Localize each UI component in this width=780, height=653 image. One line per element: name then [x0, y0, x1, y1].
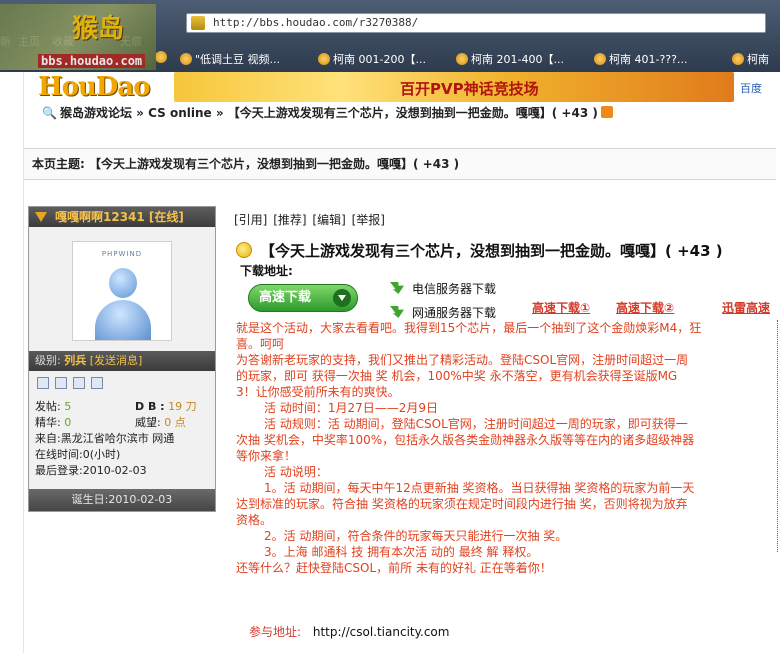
doc-icon[interactable]: [55, 377, 67, 389]
author-name[interactable]: 嘎嘎啊啊12341 [在线]: [55, 210, 184, 224]
download-arrow-icon: [333, 289, 351, 307]
rss-icon[interactable]: [600, 106, 613, 118]
recommend-button[interactable]: [推荐]: [273, 213, 306, 227]
body-line: 2。活 动期间，符合条件的玩家每天只能进行一次抽 奖。: [264, 529, 568, 543]
quote-button[interactable]: [引用]: [234, 213, 267, 227]
edit-button[interactable]: [编辑]: [312, 213, 345, 227]
url-text[interactable]: http://bbs.houdao.com/r3270388/: [213, 16, 418, 29]
participate-url[interactable]: http://csol.tiancity.com: [313, 625, 450, 639]
author-online-time: 在线时间:0(小时): [35, 448, 121, 461]
breadcrumb-thread[interactable]: 【今天上游戏发现有三个芯片，没想到抽到一把金勋。嘎嘎】( +43 ): [228, 106, 598, 120]
ad-corner-label: 百度: [740, 82, 762, 95]
post-title: 【今天上游戏发现有三个芯片，没想到抽到一把金勋。嘎嘎】( +43 ): [236, 240, 780, 262]
author-last-login: 最后登录:2010-02-03: [35, 464, 147, 477]
download-label: 下载地址:: [240, 264, 293, 278]
avatar-body-icon: [95, 300, 151, 340]
post-actions: [引用] [推荐] [编辑] [举报]: [234, 211, 387, 228]
body-line: 1。活 动期间，每天中午12点更新抽 奖资格。当日获得抽 奖资格的玩家为前一天: [264, 481, 695, 495]
bookmark-item[interactable]: 柯南 401-???...: [594, 51, 687, 69]
watermark-name: 猴岛: [72, 14, 125, 44]
bookmark-item[interactable]: 柯南 001-200【...: [318, 51, 426, 69]
watermark-url: bbs.houdao.com: [38, 54, 146, 68]
site-banner: HouDao 百开PVP神话竞技场 百度: [24, 72, 780, 102]
body-line: 3！让你感受前所未有的爽快。: [236, 385, 400, 399]
send-message-link[interactable]: [发送消息]: [90, 354, 143, 367]
author-header: 嘎嘎啊啊12341 [在线]: [29, 207, 215, 227]
prestige-count: 0 点: [164, 416, 186, 429]
bookmark-item[interactable]: "低调土豆 视频...: [180, 51, 280, 69]
ad-text: 百开PVP神话竞技场: [400, 80, 539, 98]
smiley-icon: [236, 242, 252, 258]
favicon-icon: [180, 53, 192, 65]
thunder-download-link[interactable]: 迅雷高速: [722, 299, 770, 316]
address-bar[interactable]: http://bbs.houdao.com/r3270388/: [186, 13, 766, 33]
telecom-download-link[interactable]: 电信服务器下载: [390, 280, 496, 297]
site-logo[interactable]: HouDao: [38, 72, 151, 102]
favicon-icon: [318, 53, 330, 65]
report-button[interactable]: [举报]: [352, 213, 385, 227]
body-line: 资格。: [236, 513, 273, 527]
avatar[interactable]: PHPWIND: [72, 241, 172, 341]
author-action-icons: [37, 377, 109, 391]
dropdown-triangle-icon[interactable]: [35, 212, 47, 222]
body-line: 为答谢新老玩家的支持，我们又推出了精彩活动。登陆CSOL官网，注册时间超过一周: [236, 353, 689, 367]
author-from: 来自:黑龙江省哈尔滨市 网通: [35, 432, 175, 445]
fast-download-link-2[interactable]: 高速下载②: [616, 299, 674, 316]
favicon-icon: [155, 51, 167, 63]
ad-banner[interactable]: 百开PVP神话竞技场: [174, 72, 734, 102]
body-line: 活 动规则：活 动期间，登陆CSOL官网，注册时间超过一周的玩家，即可获得一: [264, 417, 688, 431]
magnifier-icon: 🔍: [42, 106, 57, 120]
breadcrumb: 🔍 猴岛游戏论坛 » CS online » 【今天上游戏发现有三个芯片，没想到抽…: [24, 104, 780, 124]
author-stats: 发帖: 5 D B : 19 刀 精华: 0 威望: 0 点 来自:黑龙江省哈尔…: [35, 399, 213, 479]
watermark-logo: 猴岛 bbs.houdao.com: [0, 4, 156, 70]
browser-chrome: 新 主页 收藏 无痕 http://bbs.houdao.com/r327038…: [0, 0, 780, 72]
profile-icon[interactable]: [37, 377, 49, 389]
fast-download-button[interactable]: 高速下载: [248, 284, 358, 312]
essence-count: 0: [64, 416, 72, 429]
body-line: 3。上海 邮通科 技 拥有本次活 动的 最终 解 释权。: [264, 545, 539, 559]
favicon-icon: [732, 53, 744, 65]
body-line: 活 动说明：: [264, 465, 328, 479]
bookmark-item[interactable]: [155, 51, 170, 69]
breadcrumb-forum[interactable]: 猴岛游戏论坛: [60, 106, 132, 120]
participate-label: 参与地址:: [249, 625, 302, 639]
avatar-head-icon: [109, 268, 137, 298]
favicon-icon: [456, 53, 468, 65]
favicon-icon: [594, 53, 606, 65]
body-line: 的玩家，即可 获得一次抽 奖 机会，100%中奖 永不落空，更有机会获得圣诞版M…: [236, 369, 678, 383]
fast-download-link-1[interactable]: 高速下载①: [532, 299, 590, 316]
post-body: 就是这个活动，大家去看看吧。我得到15个芯片，最后一个抽到了这个金勋焕彩M4，狂…: [236, 320, 780, 576]
content-divider: [777, 320, 778, 552]
bookmark-item[interactable]: 柯南: [732, 51, 769, 69]
left-strip: [0, 72, 24, 653]
download-icon: [390, 306, 404, 318]
body-line: 就是这个活动，大家去看看吧。我得到15个芯片，最后一个抽到了这个金勋焕彩M4，狂: [236, 321, 702, 335]
avatar-brand: PHPWIND: [101, 250, 143, 258]
body-line: 达到标准的玩家。符合抽 奖资格的玩家须在规定时间段内进行抽 奖，否则将视为放弃: [236, 497, 688, 511]
body-line: 活 动时间：1月27日——2月9日: [264, 401, 438, 415]
author-panel: 嘎嘎啊啊12341 [在线] PHPWIND 级别: 列兵 [发送消息] 发帖:…: [28, 206, 216, 512]
db-count: 19 刀: [168, 400, 197, 413]
netcom-download-link[interactable]: 网通服务器下载: [390, 304, 496, 321]
topic-bar: 本页主题: 【今天上游戏发现有三个芯片，没想到抽到一把金勋。嘎嘎】( +43 ): [24, 148, 776, 180]
page-favicon-icon: [191, 16, 205, 30]
body-line: 还等什么？赶快登陆CSOL，前所 未有的好礼 正在等着你！: [236, 561, 552, 575]
topic-label: 本页主题:: [32, 157, 85, 171]
level-label: 级别:: [35, 354, 61, 367]
bookmark-item[interactable]: 柯南 201-400【...: [456, 51, 564, 69]
download-icon: [390, 282, 404, 294]
mail-icon[interactable]: [91, 377, 103, 389]
participate-address: 参与地址: http://csol.tiancity.com: [249, 623, 449, 640]
level-bar: 级别: 列兵 [发送消息]: [29, 351, 215, 371]
posts-count: 5: [64, 400, 72, 413]
body-line: 喜。呵呵: [236, 337, 285, 351]
breadcrumb-section[interactable]: CS online: [148, 106, 212, 120]
birthday-bar: 诞生日:2010-02-03: [29, 489, 215, 511]
body-line: 等你来拿！: [236, 449, 297, 463]
topic-title: 【今天上游戏发现有三个芯片，没想到抽到一把金勋。嘎嘎】( +43 ): [89, 157, 460, 171]
body-line: 次抽 奖机会，中奖率100%，包括永久版各类金勋神器永久版等等在内的诸多超级神器: [236, 433, 695, 447]
rank-value: 列兵: [64, 354, 87, 367]
add-friend-icon[interactable]: [73, 377, 85, 389]
